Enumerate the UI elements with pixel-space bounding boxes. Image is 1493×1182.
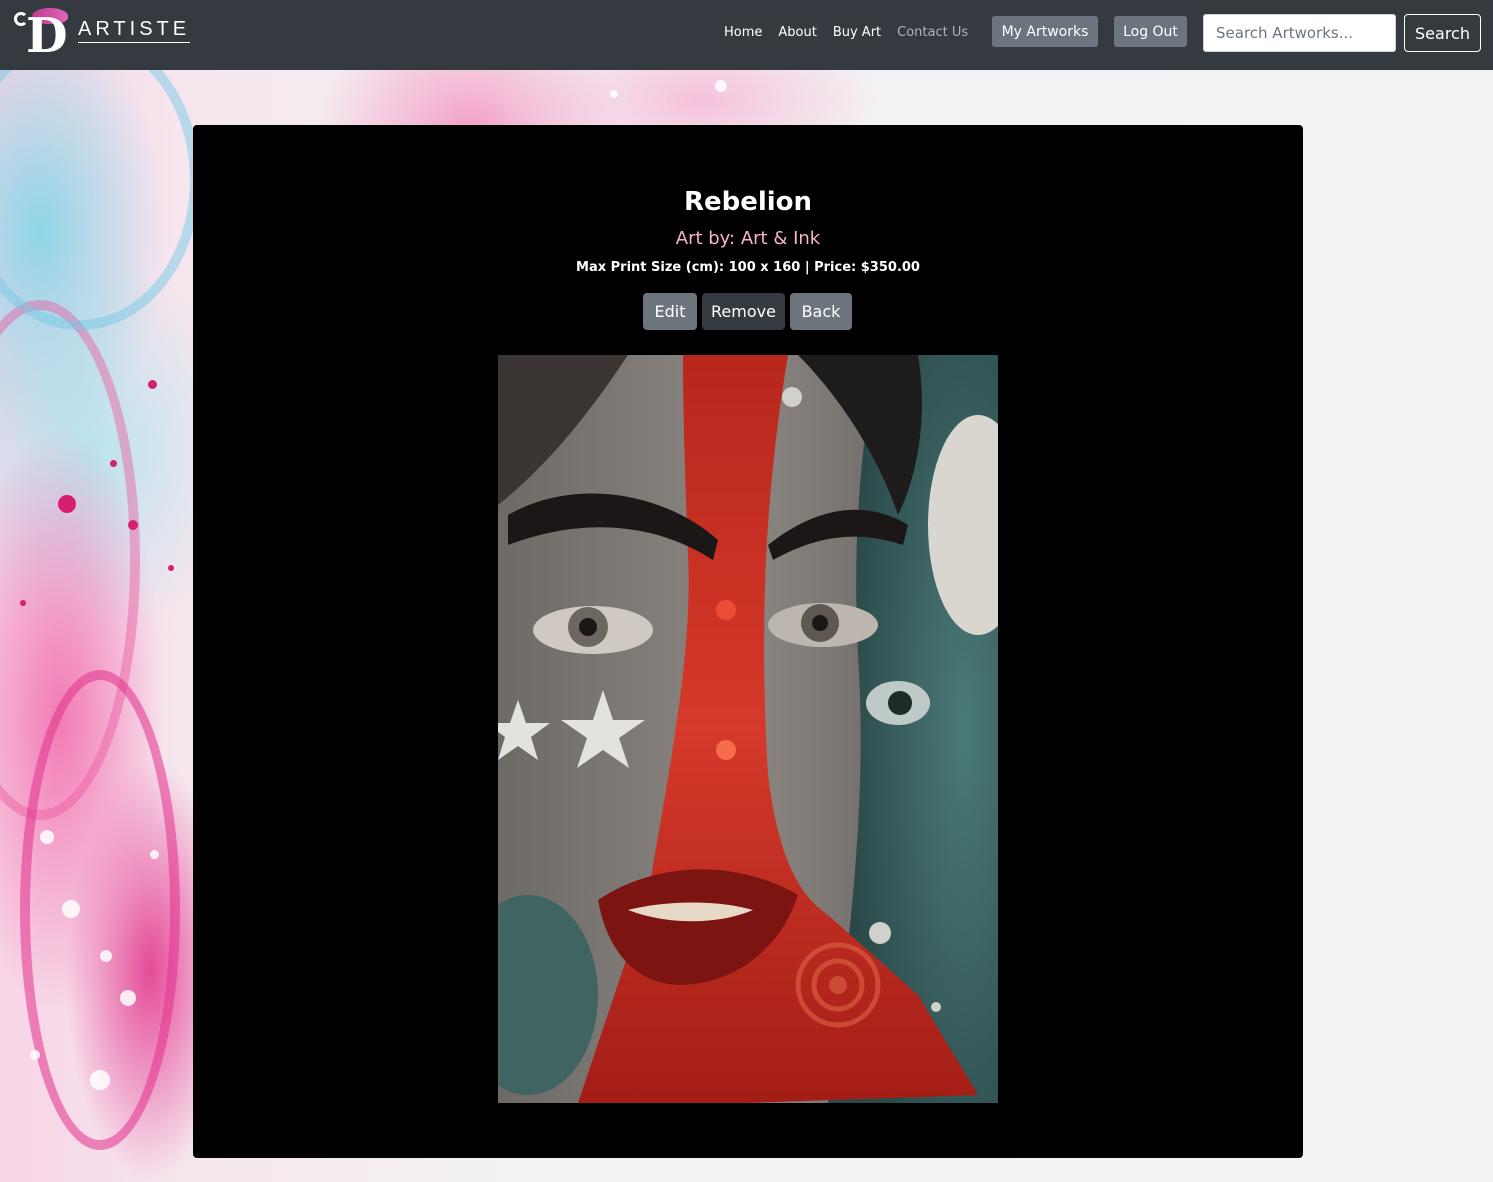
artwork-artist: Art by: Art & Ink	[193, 228, 1303, 249]
artwork-meta: Max Print Size (cm): 100 x 160 | Price: …	[576, 260, 920, 275]
nav-link-contact-us[interactable]: Contact Us	[889, 24, 976, 42]
my-artworks-button[interactable]: My Artworks	[992, 16, 1098, 47]
remove-button[interactable]: Remove	[702, 293, 785, 330]
edit-button[interactable]: Edit	[643, 293, 697, 330]
search-button[interactable]: Search	[1404, 14, 1481, 52]
nav-link-about[interactable]: About	[770, 24, 824, 42]
back-button[interactable]: Back	[790, 293, 852, 330]
nav-link-buy-art[interactable]: Buy Art	[825, 24, 889, 42]
artwork-title: Rebelion	[683, 187, 813, 217]
nav-links: Home About Buy Art Contact Us	[716, 24, 976, 42]
logo-letter: D	[26, 8, 68, 64]
log-out-button[interactable]: Log Out	[1114, 16, 1187, 47]
artwork-card: Rebelion Art by: Art & Ink Max Print Siz…	[193, 125, 1303, 1158]
artist-prefix: Art by:	[675, 228, 741, 249]
logo-text: ARTISTE	[78, 18, 191, 43]
artwork-image	[498, 355, 998, 1103]
artwork-actions: Edit Remove Back	[643, 293, 852, 330]
search-input[interactable]	[1203, 14, 1396, 52]
artist-name: Art & Ink	[740, 228, 821, 249]
top-navbar: D ARTISTE Home About Buy Art Contact Us …	[0, 0, 1493, 70]
nav-link-home[interactable]: Home	[716, 24, 770, 42]
brand-logo[interactable]: D ARTISTE	[12, 6, 191, 64]
